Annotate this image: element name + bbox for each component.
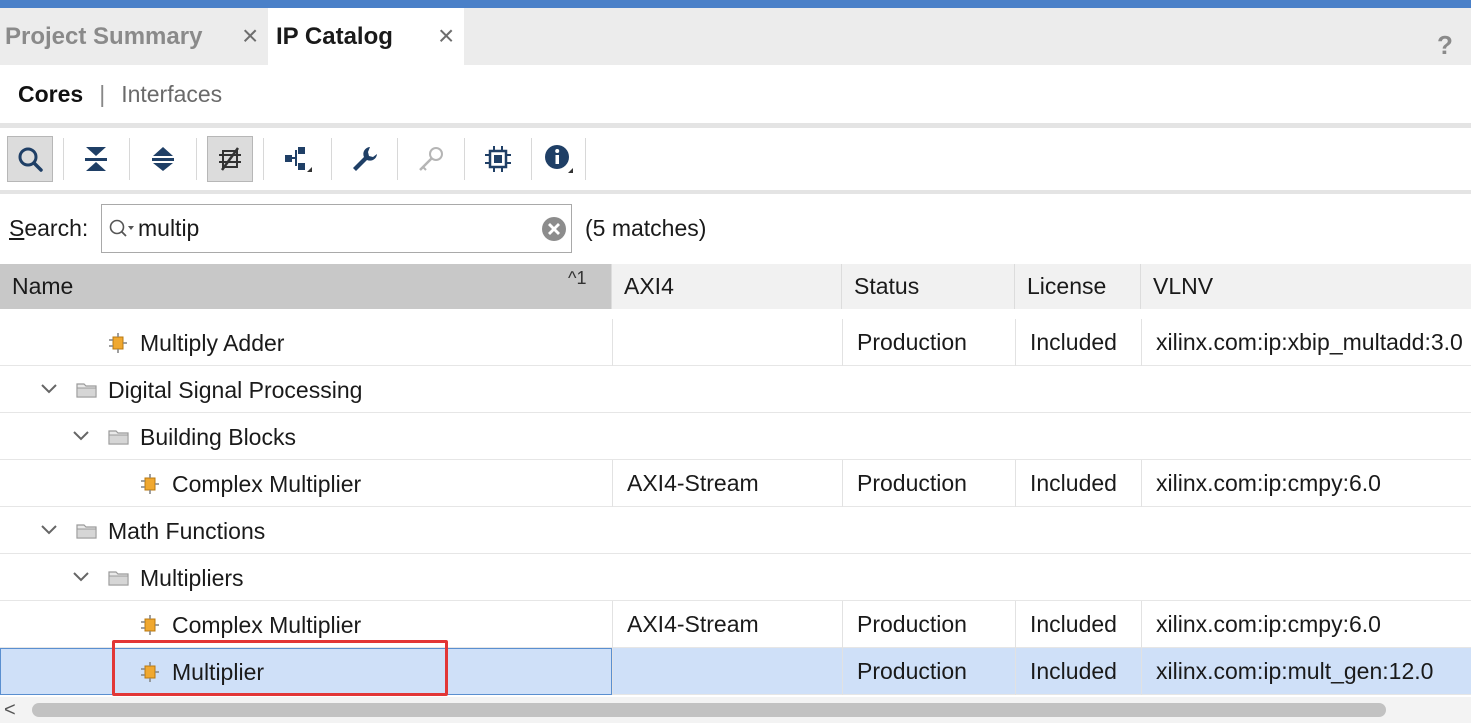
search-toggle-button[interactable] — [7, 136, 53, 182]
column-header-axi4[interactable]: AXI4 — [612, 264, 842, 309]
horizontal-scrollbar[interactable]: < — [0, 697, 1471, 723]
editor-tab-bar: Project Summary × IP Catalog × ? — [0, 8, 1471, 65]
search-label: Search: — [9, 215, 89, 241]
collapse-all-icon — [85, 147, 107, 171]
name-cell: Math Functions — [0, 507, 612, 554]
scrollbar-thumb[interactable] — [32, 703, 1386, 717]
sort-indicator: ^1 — [568, 268, 587, 288]
name-cell: Multipliers — [0, 554, 612, 601]
catalog-toolbar — [0, 128, 1471, 190]
catalog-view-switch: Cores | Interfaces — [0, 65, 1471, 123]
folder-icon — [108, 430, 129, 445]
axi4-cell — [627, 319, 827, 366]
close-icon[interactable]: × — [242, 22, 258, 50]
hierarchy-button[interactable] — [275, 136, 321, 182]
folder-icon — [76, 524, 97, 539]
axi4-cell: AXI4-Stream — [627, 470, 759, 496]
chevron-down-icon[interactable] — [40, 521, 58, 539]
ip-details-button[interactable] — [475, 136, 521, 182]
search-icon[interactable] — [108, 217, 136, 241]
axi4-cell — [627, 648, 827, 695]
match-count: (5 matches) — [585, 215, 707, 241]
chip-icon — [485, 146, 511, 172]
collapse-all-button[interactable] — [73, 136, 119, 182]
info-icon — [545, 145, 573, 173]
license-button[interactable] — [408, 136, 454, 182]
folder-label: Multipliers — [140, 565, 244, 591]
column-header-vlnv[interactable]: VLNV — [1141, 264, 1471, 309]
key-icon — [419, 147, 443, 171]
search-input[interactable] — [138, 213, 528, 243]
filter-button[interactable] — [207, 136, 253, 182]
info-button[interactable] — [536, 136, 582, 182]
tab-project-summary[interactable]: Project Summary × — [0, 8, 266, 65]
vlnv-cell: xilinx.com:ip:cmpy:6.0 — [1156, 611, 1381, 637]
folder-label: Math Functions — [108, 518, 266, 544]
hierarchy-icon — [285, 147, 312, 172]
ip-core-icon — [109, 333, 127, 353]
ip-core-icon — [141, 615, 159, 635]
expand-all-icon — [152, 147, 174, 171]
name-cell: Multiply Adder — [0, 319, 612, 366]
vlnv-cell: xilinx.com:ip:mult_gen:12.0 — [1156, 658, 1434, 684]
column-header-status[interactable]: Status — [842, 264, 1015, 309]
folder-label: Building Blocks — [140, 424, 296, 450]
table-header: Name ^1 AXI4 Status License VLNV — [0, 264, 1471, 309]
expand-all-button[interactable] — [140, 136, 186, 182]
chevron-down-icon[interactable] — [72, 427, 90, 445]
name-cell: Digital Signal Processing — [0, 366, 612, 413]
subtab-interfaces[interactable]: Interfaces — [121, 81, 222, 108]
status-cell: Production — [857, 470, 967, 496]
folder-label: Digital Signal Processing — [108, 377, 363, 403]
tree-folder-row[interactable]: Math Functions — [0, 507, 1471, 554]
subtab-cores[interactable]: Cores — [18, 81, 83, 108]
ip-name-label: Complex Multiplier — [172, 612, 362, 638]
status-cell: Production — [857, 329, 967, 355]
name-cell: Building Blocks — [0, 413, 612, 460]
column-header-license[interactable]: License — [1015, 264, 1141, 309]
search-icon — [18, 147, 43, 172]
search-field[interactable] — [101, 204, 572, 253]
tab-ip-catalog-label: IP Catalog — [276, 22, 393, 50]
vlnv-cell: xilinx.com:ip:cmpy:6.0 — [1156, 470, 1381, 496]
name-cell: Complex Multiplier — [0, 460, 612, 507]
chevron-down-icon[interactable] — [40, 380, 58, 398]
column-header-name[interactable]: Name ^1 — [0, 264, 612, 309]
chevron-down-icon[interactable] — [72, 568, 90, 586]
tab-ip-catalog[interactable]: IP Catalog × — [268, 8, 464, 65]
table-row[interactable]: Multiply Adder Production Included xilinx.c… — [0, 319, 1471, 366]
tree-folder-row[interactable]: Digital Signal Processing — [0, 366, 1471, 413]
scroll-left-icon[interactable]: < — [4, 699, 16, 722]
window-accent-bar — [0, 0, 1471, 8]
selection-highlight-box — [112, 640, 448, 696]
wrench-icon — [353, 147, 377, 171]
clear-search-icon[interactable] — [541, 216, 567, 242]
status-cell: Production — [857, 611, 967, 637]
folder-icon — [76, 383, 97, 398]
tree-folder-row[interactable]: Multipliers — [0, 554, 1471, 601]
help-button[interactable]: ? — [1437, 30, 1453, 61]
customize-ip-button[interactable] — [341, 136, 387, 182]
tree-folder-row[interactable]: Building Blocks — [0, 413, 1471, 460]
ip-name-label: Complex Multiplier — [172, 471, 362, 497]
divider — [0, 309, 1471, 319]
close-icon[interactable]: × — [438, 22, 454, 50]
status-cell: Production — [857, 658, 967, 684]
table-row[interactable]: Complex Multiplier AXI4-Stream Production I… — [0, 460, 1471, 507]
ip-name-label: Multiply Adder — [140, 330, 285, 356]
ip-core-icon — [141, 474, 159, 494]
vlnv-cell: xilinx.com:ip:xbip_multadd:3.0 — [1156, 329, 1463, 355]
filter-icon — [219, 147, 241, 171]
search-row: Search: (5 matches) — [0, 194, 1471, 264]
tab-project-summary-label: Project Summary — [5, 22, 203, 50]
subtab-separator: | — [99, 80, 106, 107]
folder-icon — [108, 571, 129, 586]
axi4-cell: AXI4-Stream — [627, 611, 759, 637]
